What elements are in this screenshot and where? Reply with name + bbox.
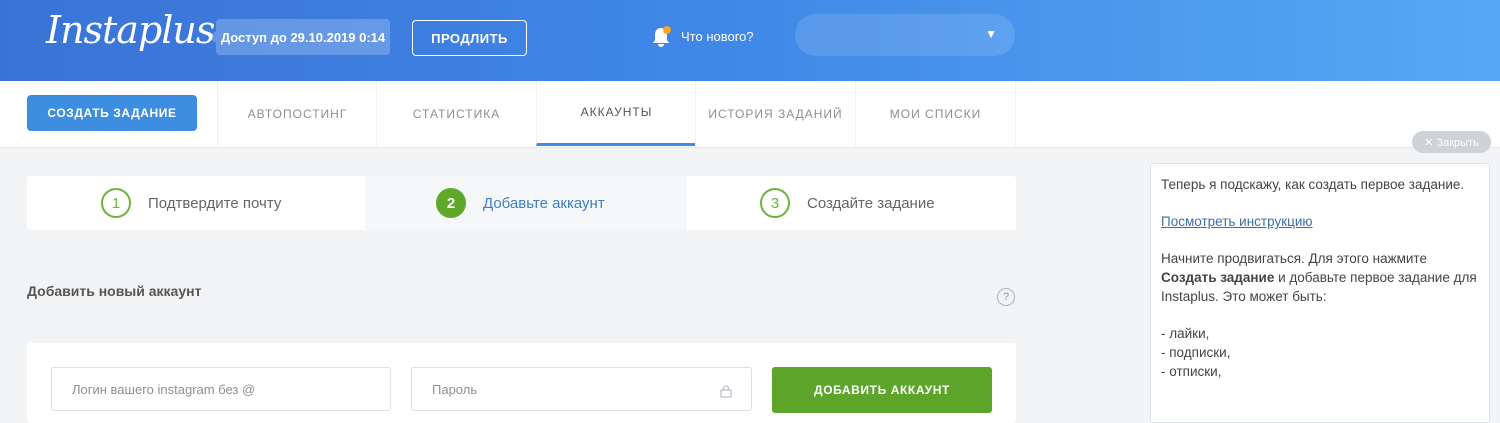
create-task-button[interactable]: СОЗДАТЬ ЗАДАНИЕ xyxy=(27,95,197,131)
bell-icon[interactable] xyxy=(650,25,672,49)
step-label: Подтвердите почту xyxy=(148,194,282,212)
instruction-link[interactable]: Посмотреть инструкцию xyxy=(1161,214,1313,229)
help-icon[interactable]: ? xyxy=(997,288,1015,306)
hint-intro: Теперь я подскажу, как создать первое за… xyxy=(1161,177,1465,192)
login-input[interactable]: Логин вашего instagram без @ xyxy=(51,367,391,411)
step-label: Создайте задание xyxy=(807,194,935,212)
hint-bold-create: Создать задание xyxy=(1161,270,1275,285)
whats-new-link[interactable]: Что нового? xyxy=(681,29,754,44)
add-account-form: Логин вашего instagram без @ Пароль ДОБА… xyxy=(27,343,1016,423)
hint-panel: Теперь я подскажу, как создать первое за… xyxy=(1150,163,1490,423)
list-item: - лайки, xyxy=(1161,326,1210,341)
main-tabs: СОЗДАТЬ ЗАДАНИЕ АВТОПОСТИНГ СТАТИСТИКА А… xyxy=(0,81,1500,148)
step-number: 2 xyxy=(436,188,466,218)
step-number: 1 xyxy=(101,188,131,218)
chevron-down-icon: ▼ xyxy=(985,27,997,41)
tab-statistics[interactable]: СТАТИСТИКА xyxy=(376,81,536,146)
add-account-button[interactable]: ДОБАВИТЬ АККАУНТ xyxy=(772,367,992,413)
top-header: Instaplus Доступ до 29.10.2019 0:14 ПРОД… xyxy=(0,0,1500,81)
tab-autoposting[interactable]: АВТОПОСТИНГ xyxy=(217,81,377,146)
step-add-account: 2 Добавьте аккаунт xyxy=(365,176,687,230)
hint-list: - лайки, - подписки, - отписки, xyxy=(1161,324,1479,381)
account-selector[interactable]: ▼ xyxy=(795,14,1015,56)
step-create-task: 3 Создайте задание xyxy=(687,176,1016,230)
password-placeholder: Пароль xyxy=(432,381,478,397)
tab-task-history[interactable]: ИСТОРИЯ ЗАДАНИЙ xyxy=(695,81,855,146)
step-confirm-email: 1 Подтвердите почту xyxy=(27,176,365,230)
extend-button[interactable]: ПРОДЛИТЬ xyxy=(412,20,527,56)
password-input[interactable]: Пароль xyxy=(411,367,752,411)
list-item: - отписки, xyxy=(1161,364,1222,379)
section-title: Добавить новый аккаунт xyxy=(27,283,202,299)
list-item: - подписки, xyxy=(1161,345,1231,360)
step-label: Добавьте аккаунт xyxy=(483,194,605,212)
tab-my-lists[interactable]: МОИ СПИСКИ xyxy=(855,81,1016,146)
tab-accounts[interactable]: АККАУНТЫ xyxy=(536,81,696,146)
hint-body: Начните продвигаться. Для этого нажмите … xyxy=(1161,251,1477,304)
step-number: 3 xyxy=(760,188,790,218)
logo[interactable]: Instaplus xyxy=(46,8,215,52)
lock-icon xyxy=(720,385,732,398)
access-until-badge: Доступ до 29.10.2019 0:14 xyxy=(208,19,390,55)
close-hint-button[interactable]: ✕ Закрыть xyxy=(1412,131,1491,153)
onboarding-steps: 1 Подтвердите почту 2 Добавьте аккаунт 3… xyxy=(27,176,1016,230)
